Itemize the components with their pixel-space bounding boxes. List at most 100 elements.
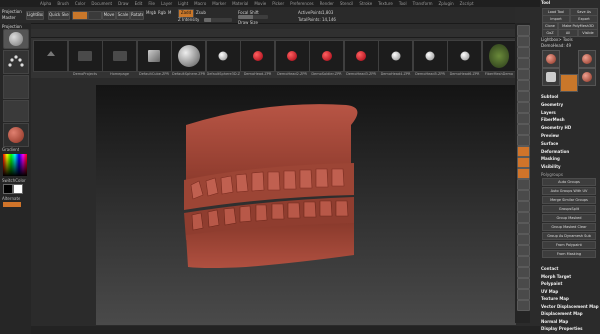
draw-button[interactable] [88,11,102,20]
scale-button[interactable]: Scale [116,11,130,20]
palette-section[interactable]: Normal Map [541,319,599,325]
viewport-tool-icon[interactable] [517,47,530,58]
viewport-tool-icon[interactable] [517,267,530,278]
lightbox-thumb[interactable]: DemoHead3.ZPR [343,40,379,76]
zsub-label[interactable]: Zsub [196,10,206,15]
viewport-tool-icon[interactable] [517,102,530,113]
quick-sketch-button[interactable]: Quick Sketch [48,11,70,20]
lightbox-thumb[interactable]: DemoHead.ZPR [240,40,275,76]
viewport-tool-icon[interactable] [517,25,530,36]
lightbox-thumb[interactable]: DefaultSphere3D.ZPR [205,40,241,76]
palette-section[interactable]: Masking [541,156,599,162]
palette-section[interactable]: Displacement Map [541,311,599,317]
lightbox-thumb[interactable] [33,40,68,72]
viewport-tool-icon[interactable] [517,289,530,300]
palette-section[interactable]: Morph Target [541,274,599,280]
viewport-tool-icon[interactable] [517,278,530,289]
menu-item[interactable]: Material [232,0,248,7]
palette-section[interactable]: Texture Map [541,296,599,302]
menu-item[interactable]: Edit [135,0,143,7]
viewport-tool-icon[interactable] [517,300,530,311]
polygroup-button[interactable]: Auto Groups With UV [542,187,596,195]
lightbox-thumb[interactable]: DemoHead2.ZPR [274,40,310,76]
lightbox-thumb[interactable]: DemoHead5.ZPR [412,40,448,76]
menu-item[interactable]: Render [320,0,334,7]
menu-item[interactable]: Tool [399,0,407,7]
viewport-tool-icon[interactable] [517,201,530,212]
lightbox-thumb[interactable]: FiberMeshDemo [481,40,517,76]
menu-item[interactable]: Macro [194,0,206,7]
all-button[interactable]: All [558,29,578,37]
palette-section[interactable]: Layers [541,110,599,116]
stroke-button[interactable] [3,50,29,74]
palette-section[interactable]: Surface [541,141,599,147]
viewport-tool-icon[interactable] [517,234,530,245]
polygroup-button[interactable]: From Masking [542,250,596,258]
tool-thumb-4[interactable] [560,74,578,92]
lightbox-thumb[interactable]: DefaultCube.ZPR [136,40,172,76]
material-button[interactable] [3,123,29,147]
palette-section[interactable]: Contact [541,266,599,272]
polygroup-button[interactable]: Group As Dynamesh Sub [542,232,596,240]
brush-button[interactable] [3,29,29,49]
menu-item[interactable]: Picker [272,0,284,7]
viewport-tool-icon[interactable] [517,245,530,256]
viewport-tool-icon[interactable] [517,124,530,135]
menu-item[interactable]: Document [91,0,112,7]
rgb-label[interactable]: Rgb [158,10,166,15]
menu-item[interactable]: Light [178,0,188,7]
palette-section[interactable]: Display Properties [541,326,599,332]
texture-button[interactable] [3,100,29,122]
lightbox-thumb[interactable]: DemoHead4.ZPR [378,40,413,76]
tool-thumb-5[interactable] [578,68,596,86]
z-intensity-slider[interactable] [204,18,232,22]
viewport-tool-icon[interactable] [517,256,530,267]
menu-item[interactable]: Color [75,0,85,7]
palette-section[interactable]: Vector Displacement Map [541,304,599,310]
polygroup-button[interactable]: Group Masked [542,214,596,222]
palette-section[interactable]: Polypaint [541,281,599,287]
viewport-tool-icon[interactable] [517,190,530,201]
menu-item[interactable]: File [148,0,155,7]
viewport-tool-icon[interactable] [517,69,530,80]
polygroup-button[interactable]: Auto Groups [542,178,596,186]
palette-section[interactable]: Geometry HD [541,125,599,131]
mrgb-label[interactable]: Mrgb [146,10,156,15]
tool-thumb-1[interactable] [542,50,560,68]
lightbox-thumb[interactable]: DemoProjects [67,40,103,76]
menu-item[interactable]: Brush [57,0,69,7]
menu-item[interactable]: Layer [161,0,172,7]
menu-item[interactable]: Preferences [290,0,314,7]
viewport-tool-icon[interactable] [517,135,530,146]
move-button[interactable]: Move [102,11,116,20]
edit-button[interactable] [72,11,88,20]
lightbox-thumb[interactable]: DefaultSphere.ZPR [171,40,206,76]
alternate-toggle[interactable] [3,202,21,207]
palette-section[interactable]: Visibility [541,164,599,170]
palette-section[interactable]: UV Map [541,289,599,295]
palette-section[interactable]: Preview [541,133,599,139]
lightbox-thumb[interactable]: DemoSoldier.ZPR [309,40,344,76]
palette-section[interactable]: Deformation [541,149,599,155]
viewport-tool-icon[interactable] [517,36,530,47]
viewport-tool-icon[interactable] [517,212,530,223]
viewport-tool-icon[interactable] [517,80,530,91]
tool-thumb-2[interactable] [578,50,596,68]
secondary-color-swatch[interactable] [13,184,23,194]
visible-button[interactable]: Visible [578,29,598,37]
rotate-button[interactable]: Rotate [130,11,144,20]
palette-section[interactable]: FiberMesh [541,117,599,123]
viewport-tool-icon[interactable] [517,113,530,124]
viewport-tool-icon[interactable] [517,91,530,102]
lightbox-button[interactable]: LightBox [26,11,44,20]
menu-item[interactable]: Draw [118,0,128,7]
viewport-canvas[interactable] [96,85,516,325]
alpha-button[interactable] [3,75,29,99]
menu-item[interactable]: Stencil [340,0,354,7]
polygroup-button[interactable]: From Polypaint [542,241,596,249]
menu-item[interactable]: Movie [254,0,266,7]
m-label[interactable]: M [168,10,171,15]
palette-section[interactable]: Geometry [541,102,599,108]
viewport-tool-icon[interactable] [517,157,530,168]
menu-item[interactable]: Stroke [359,0,372,7]
